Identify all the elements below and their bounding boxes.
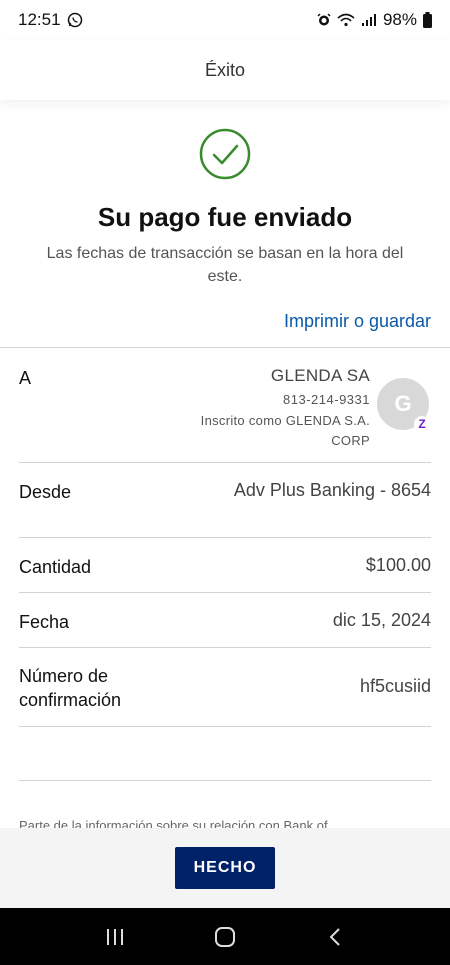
from-label: Desde <box>19 482 72 502</box>
status-left: 12:51 <box>18 10 83 30</box>
date-value: dic 15, 2024 <box>332 610 431 630</box>
payee-enrolled-name: Inscrito como GLENDA S.A. CORP <box>200 413 370 448</box>
signal-icon <box>361 13 377 27</box>
divider <box>19 726 431 727</box>
action-bar: HECHO <box>0 828 450 908</box>
amount-label: Cantidad <box>19 557 92 577</box>
app-header: Éxito <box>0 40 450 100</box>
back-icon[interactable] <box>315 917 355 957</box>
check-circle-icon <box>199 128 251 180</box>
divider <box>19 462 431 463</box>
print-or-save-link[interactable]: Imprimir o guardar <box>284 311 431 332</box>
battery-icon <box>423 12 432 28</box>
confirmation-subtitle: Las fechas de transacción se basan en la… <box>46 245 404 285</box>
wifi-icon <box>337 13 355 27</box>
home-icon[interactable] <box>205 917 245 957</box>
divider <box>19 537 431 538</box>
date-label: Fecha <box>19 612 70 632</box>
from-account-value: Adv Plus Banking - 8654 <box>233 480 431 500</box>
zelle-badge-letter: Z <box>418 417 426 431</box>
battery-percent: 98% <box>382 10 417 29</box>
amount-value: $100.00 <box>365 555 431 575</box>
recent-apps-icon[interactable] <box>95 917 135 957</box>
confirmation-content[interactable]: Su pago fue enviado Las fechas de transa… <box>0 100 450 828</box>
whatsapp-icon <box>67 12 83 28</box>
divider <box>0 347 450 348</box>
divider <box>19 647 431 648</box>
disclaimer-text: Parte de la información sobre su relació… <box>19 818 328 828</box>
divider <box>19 592 431 593</box>
payee-phone: 813-214-9331 <box>283 392 370 407</box>
payee-name: GLENDA SA <box>270 366 370 385</box>
status-time: 12:51 <box>18 10 61 29</box>
page-title: Éxito <box>204 59 246 80</box>
alarm-icon <box>317 13 331 27</box>
confirmation-title: Su pago fue enviado <box>97 202 353 232</box>
avatar-initial: G <box>394 391 412 416</box>
to-label: A <box>19 368 32 388</box>
divider <box>19 780 431 781</box>
confirmation-number-label: Número de confirmación <box>19 666 122 710</box>
status-bar: 12:51 98% <box>0 0 450 40</box>
zelle-icon: Z <box>414 416 430 432</box>
status-right: 98% <box>317 10 432 30</box>
done-button[interactable]: HECHO <box>175 847 275 889</box>
system-nav-bar <box>0 908 450 965</box>
confirmation-number-value: hf5cusiid <box>359 676 431 696</box>
